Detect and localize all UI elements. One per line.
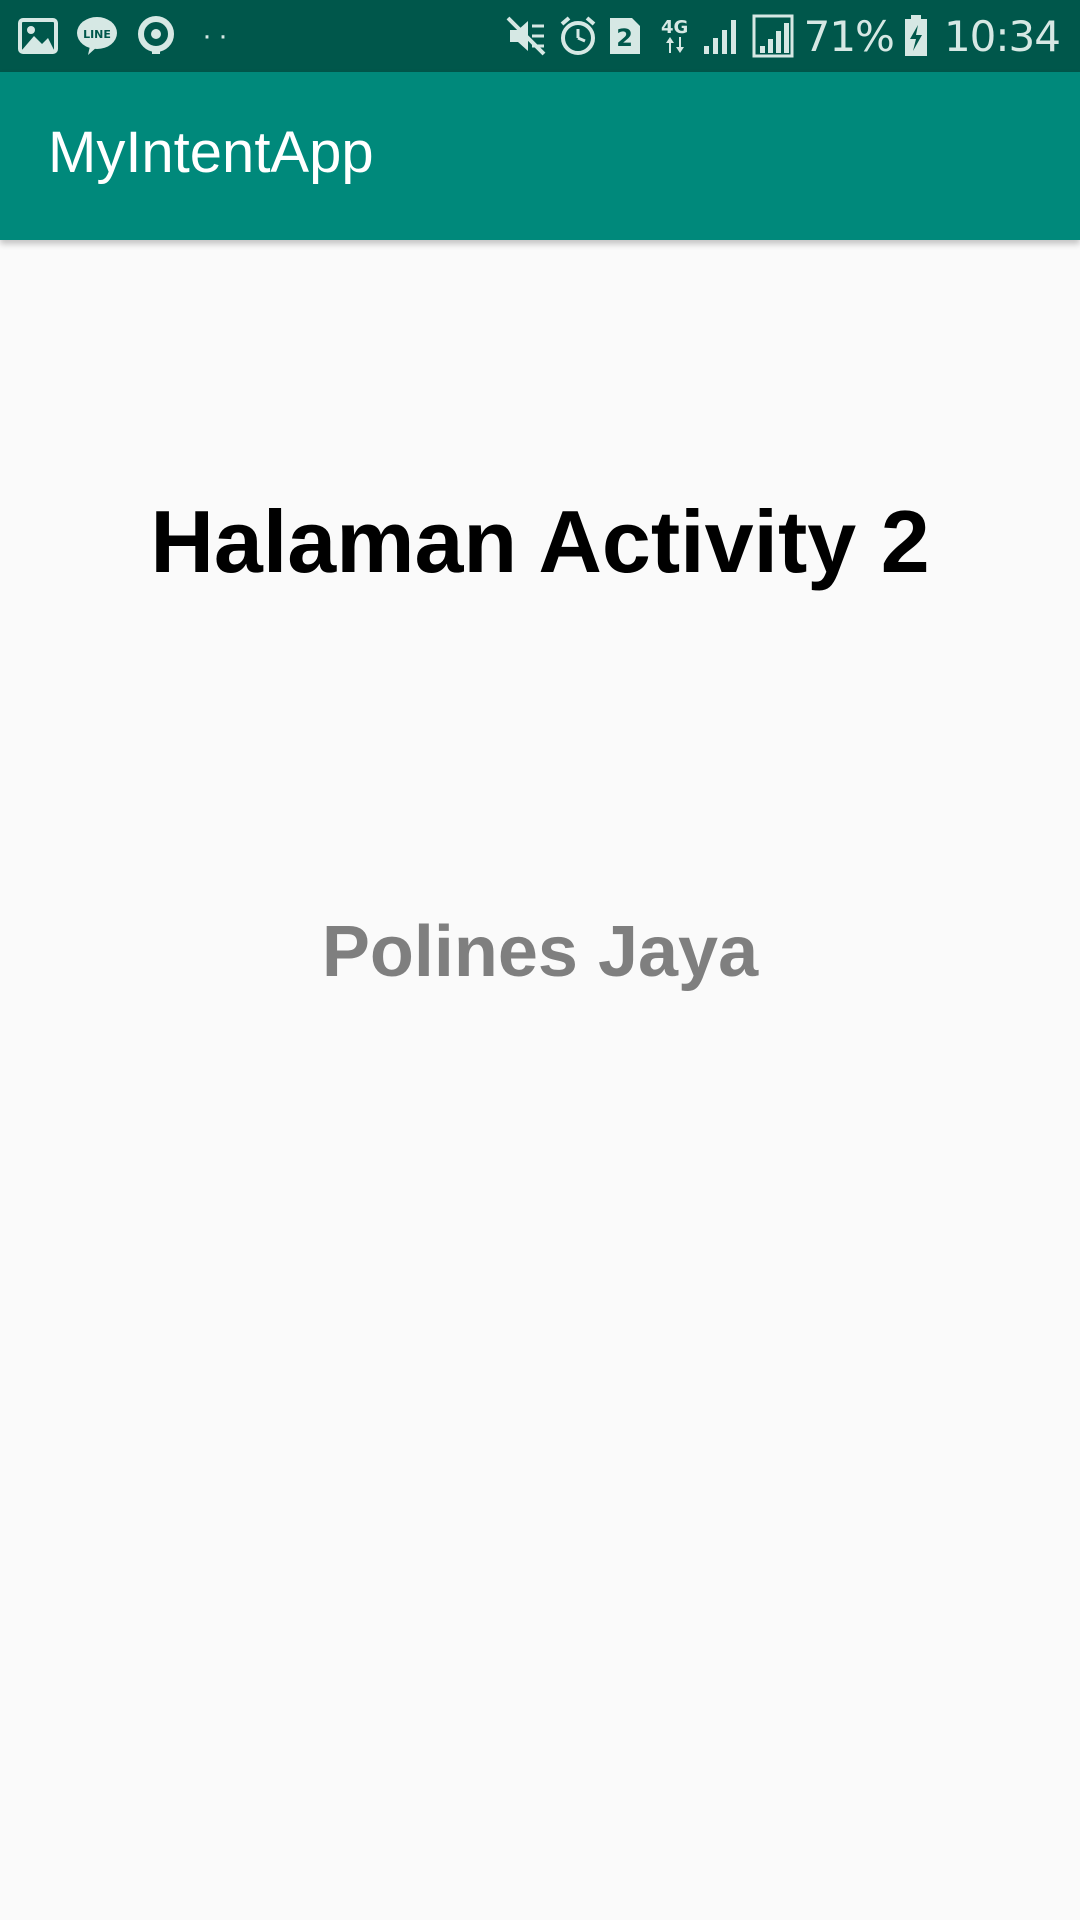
page-heading: Halaman Activity 2 — [150, 492, 930, 591]
battery-percentage: 71% — [803, 11, 895, 61]
screen: LINE ·· 2 4G 71% 10:34 MyIntentApp Halam… — [0, 0, 1080, 1920]
status-bar-right: 2 4G 71% 10:34 — [506, 10, 1061, 62]
network-4g-icon: 4G — [658, 19, 692, 53]
location-icon — [136, 16, 176, 56]
battery-charging-icon — [904, 15, 928, 57]
more-notifications-indicator: ·· — [202, 19, 234, 52]
signal-icon — [752, 14, 794, 58]
status-bar: LINE ·· 2 4G 71% 10:34 — [0, 0, 1080, 72]
svg-text:LINE: LINE — [83, 28, 111, 41]
line-app-icon: LINE — [76, 16, 118, 56]
mute-vibrate-icon — [506, 16, 548, 56]
network-type-label: 4G — [660, 17, 689, 38]
gallery-icon — [18, 18, 58, 54]
status-bar-left: LINE ·· — [18, 14, 234, 58]
sim-number: 2 — [616, 24, 633, 52]
subtitle-text: Polines Jaya — [321, 912, 759, 992]
alarm-icon — [558, 16, 598, 56]
sim-2-icon: 2 — [608, 16, 642, 56]
clock: 10:34 — [943, 11, 1061, 61]
app-bar: MyIntentApp — [0, 72, 1080, 240]
signal-icon — [702, 16, 742, 56]
app-title: MyIntentApp — [48, 120, 374, 185]
